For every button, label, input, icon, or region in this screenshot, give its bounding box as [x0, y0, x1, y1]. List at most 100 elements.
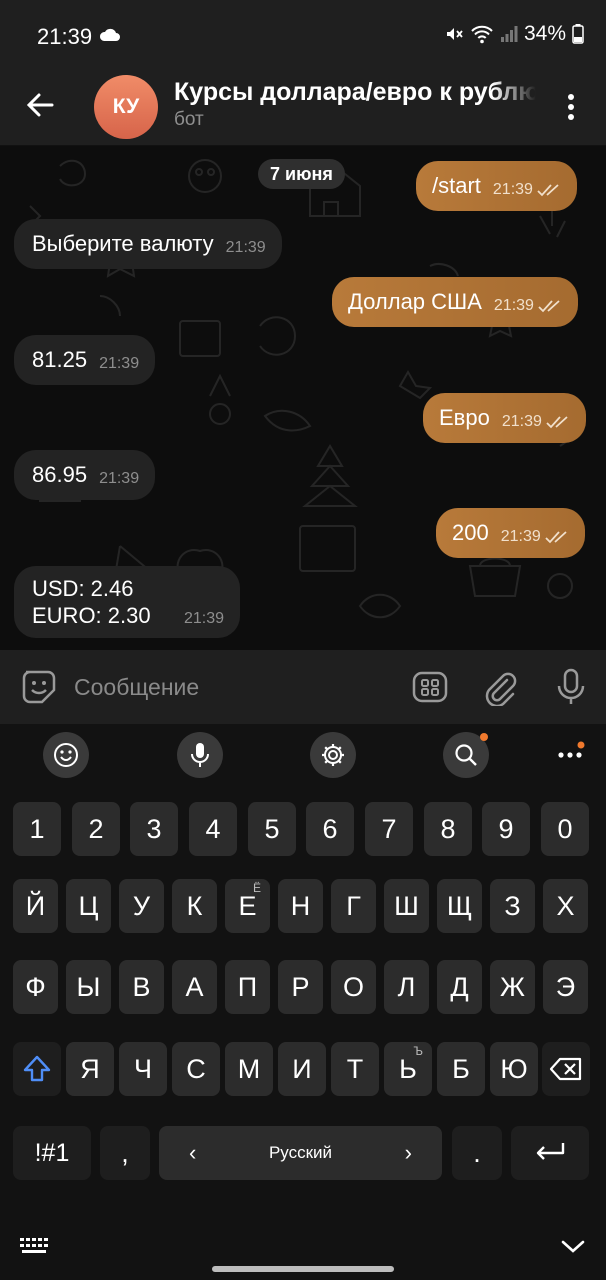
microphone-icon: [191, 743, 209, 767]
message-text: Евро: [439, 405, 490, 430]
key[interactable]: Т: [331, 1042, 379, 1096]
key[interactable]: З: [490, 879, 535, 933]
key[interactable]: П: [225, 960, 270, 1014]
key[interactable]: 7: [365, 802, 413, 856]
key[interactable]: Х: [543, 879, 588, 933]
key[interactable]: Л: [384, 960, 429, 1014]
key[interactable]: 3: [130, 802, 178, 856]
more-options-icon[interactable]: [562, 91, 580, 123]
key[interactable]: 9: [482, 802, 530, 856]
message-text: 200: [452, 520, 489, 545]
key[interactable]: И: [278, 1042, 326, 1096]
key[interactable]: С: [172, 1042, 220, 1096]
period-key[interactable]: .: [452, 1126, 502, 1180]
message-time: 21:39: [501, 413, 542, 430]
more-tools-button[interactable]: [556, 740, 586, 770]
back-arrow-icon[interactable]: [24, 89, 56, 121]
message-text: Доллар США: [348, 289, 482, 314]
chat-header: КУ Курсы доллара/евро к рублю бот: [0, 75, 606, 146]
emoji-button[interactable]: [43, 732, 89, 778]
message-text-line: EURO: 2.30: [32, 603, 151, 628]
message-input[interactable]: Сообщение: [74, 674, 199, 701]
chevron-down-icon[interactable]: [560, 1236, 586, 1256]
keyboard-hide-icon[interactable]: [18, 1236, 50, 1258]
enter-key[interactable]: [511, 1126, 589, 1180]
key[interactable]: Э: [543, 960, 588, 1014]
backspace-icon: [549, 1057, 582, 1081]
key[interactable]: Г: [331, 879, 376, 933]
key[interactable]: Р: [278, 960, 323, 1014]
attach-icon[interactable]: [481, 668, 519, 706]
key[interactable]: Ч: [119, 1042, 167, 1096]
symbols-key[interactable]: !#1: [13, 1126, 91, 1180]
avatar[interactable]: КУ: [94, 75, 158, 139]
microphone-icon[interactable]: [552, 668, 590, 706]
space-bar[interactable]: ‹ Русский ›: [159, 1126, 442, 1180]
keyboard-toolbar: [0, 724, 606, 786]
key[interactable]: М: [225, 1042, 273, 1096]
key[interactable]: 4: [189, 802, 237, 856]
key[interactable]: Й: [13, 879, 58, 933]
key[interactable]: В: [119, 960, 164, 1014]
key-with-alternate[interactable]: Ё Е: [225, 879, 270, 933]
key[interactable]: К: [172, 879, 217, 933]
key[interactable]: Д: [437, 960, 482, 1014]
key[interactable]: Н: [278, 879, 323, 933]
keyboard: 1 2 3 4 5 6 7 8 9 0 Й Ц У К Ё Е Н Г Ш Щ …: [0, 724, 606, 1280]
search-button[interactable]: [443, 732, 489, 778]
key[interactable]: 2: [72, 802, 120, 856]
gear-icon: [322, 744, 344, 766]
key[interactable]: Ж: [490, 960, 535, 1014]
more-horizontal-icon: [558, 741, 585, 758]
key[interactable]: Б: [437, 1042, 485, 1096]
shift-key[interactable]: [13, 1042, 61, 1096]
message-incoming[interactable]: 86.95 21:39: [14, 450, 156, 500]
chat-title[interactable]: Курсы доллара/евро к рублю: [174, 78, 536, 107]
key[interactable]: А: [172, 960, 217, 1014]
key-with-alternate[interactable]: Ъ Ь: [384, 1042, 432, 1096]
comma-key[interactable]: ,: [100, 1126, 150, 1180]
key[interactable]: Ф: [13, 960, 58, 1014]
message-text: 81.25: [32, 347, 88, 372]
message-outgoing[interactable]: Доллар США 21:39: [332, 277, 578, 327]
message-time: 21:39: [500, 528, 541, 545]
chat-area[interactable]: 7 июня /start 21:39 Выберите валюту 21:3…: [0, 146, 606, 650]
message-time: 21:39: [183, 610, 224, 627]
message-incoming[interactable]: USD: 2.46 EURO: 2.30 21:39: [14, 566, 240, 638]
chevron-left-icon: ‹: [189, 1140, 197, 1165]
key[interactable]: Ы: [66, 960, 111, 1014]
message-text: 86.95: [32, 462, 88, 487]
key[interactable]: 6: [306, 802, 354, 856]
battery-icon: [572, 24, 584, 44]
home-indicator[interactable]: [212, 1266, 394, 1272]
key[interactable]: Ю: [490, 1042, 538, 1096]
key-char: Ь: [399, 1053, 417, 1084]
message-outgoing[interactable]: 200 21:39: [436, 508, 585, 558]
key[interactable]: 8: [424, 802, 472, 856]
key[interactable]: 0: [541, 802, 589, 856]
sticker-icon[interactable]: [20, 668, 58, 706]
message-incoming[interactable]: Выберите валюту 21:39: [14, 219, 282, 269]
key[interactable]: 1: [13, 802, 61, 856]
key[interactable]: Ш: [384, 879, 429, 933]
message-incoming[interactable]: 81.25 21:39: [14, 335, 156, 385]
message-outgoing[interactable]: /start 21:39: [416, 161, 577, 211]
chevron-right-icon: ›: [404, 1140, 412, 1165]
backspace-key[interactable]: [542, 1042, 590, 1096]
key[interactable]: Щ: [437, 879, 482, 933]
message-time: 21:39: [99, 470, 140, 487]
key[interactable]: О: [331, 960, 376, 1014]
message-outgoing[interactable]: Евро 21:39: [423, 393, 586, 443]
bot-commands-icon[interactable]: [411, 668, 449, 706]
key[interactable]: 5: [248, 802, 296, 856]
key[interactable]: Я: [66, 1042, 114, 1096]
message-text-line: USD: 2.46: [32, 576, 134, 601]
key[interactable]: У: [119, 879, 164, 933]
keyboard-settings-button[interactable]: [310, 732, 356, 778]
voice-input-button[interactable]: [177, 732, 223, 778]
date-separator: 7 июня: [258, 159, 345, 189]
message-text: /start: [432, 173, 481, 198]
notification-dot: [480, 733, 488, 741]
key[interactable]: Ц: [66, 879, 111, 933]
message-text: Выберите валюту: [32, 231, 214, 256]
